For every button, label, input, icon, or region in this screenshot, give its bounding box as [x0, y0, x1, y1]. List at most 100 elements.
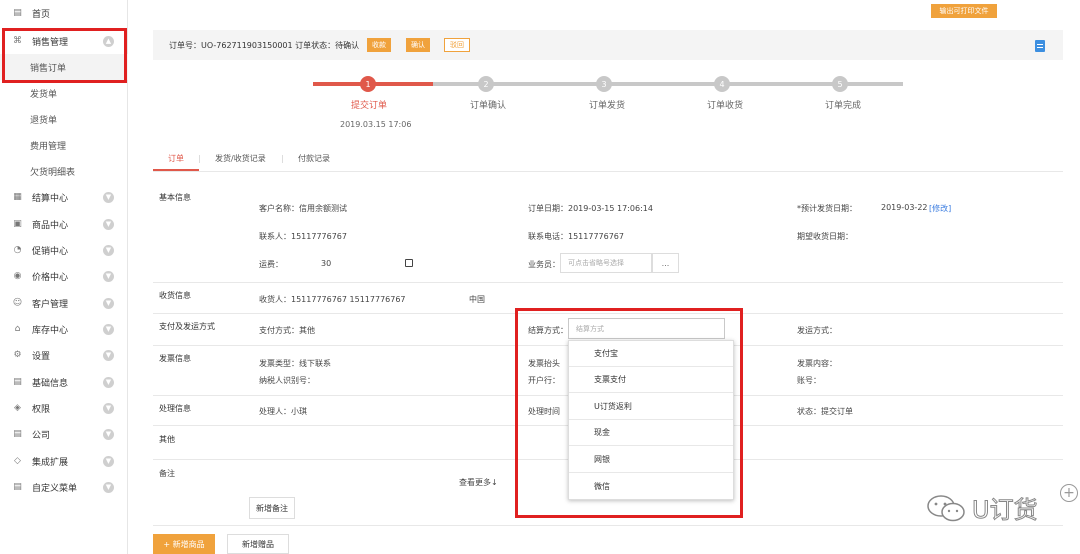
- chevron-down-icon[interactable]: ▼: [103, 428, 114, 440]
- contact-person: 联系人：15117776767: [259, 232, 347, 241]
- sidebar-item-product[interactable]: ▣ 商品中心 ▼: [0, 211, 128, 237]
- sidebar-item-expense[interactable]: 费用管理: [0, 132, 128, 158]
- plus-icon[interactable]: +: [1060, 484, 1078, 502]
- sidebar-item-return-note[interactable]: 退货单: [0, 106, 128, 132]
- expected-ship-label: *预计发货日期：: [797, 204, 857, 213]
- step-1-circle: 1: [360, 76, 376, 92]
- view-more-link[interactable]: 查看更多↓: [459, 477, 498, 488]
- sidebar-item-label: 首页: [32, 9, 51, 20]
- tab-payment-records[interactable]: 付款记录: [298, 153, 330, 164]
- sidebar-item-custom-menu[interactable]: ▤ 自定义菜单 ▼: [0, 474, 128, 500]
- section-title: 基本信息: [159, 193, 191, 202]
- invoice-type: 发票类型：线下联系: [259, 359, 331, 368]
- confirm-button[interactable]: 确认: [406, 38, 430, 52]
- notes-title: 备注: [159, 469, 175, 478]
- tab-order[interactable]: 订单: [168, 153, 184, 164]
- step-4-label: 订单收货: [706, 101, 744, 111]
- section-divider: [153, 525, 1063, 526]
- sidebar-item-label: 集成扩展: [32, 457, 69, 468]
- product-icon: ▣: [13, 219, 22, 229]
- chevron-down-icon[interactable]: ▼: [103, 270, 114, 282]
- sidebar-item-inventory[interactable]: ⌂ 库存中心 ▼: [0, 316, 128, 342]
- order-header: 订单号：UO-762711903150001 订单状态：待确认 收款 确认 驳回: [153, 30, 1063, 60]
- step-3-circle: 3: [596, 76, 612, 92]
- reject-button[interactable]: 驳回: [444, 38, 470, 52]
- sidebar-item-label: 设置: [32, 351, 51, 362]
- sidebar-item-label: 价格中心: [32, 272, 69, 283]
- step-5-label: 订单完成: [824, 101, 862, 111]
- sidebar-item-company[interactable]: ▤ 公司 ▼: [0, 421, 128, 447]
- home-icon: ▤: [13, 8, 22, 18]
- sidebar-item-label: 欠货明细表: [30, 167, 76, 178]
- edit-icon[interactable]: [405, 259, 413, 267]
- chevron-down-icon[interactable]: ▼: [103, 244, 114, 256]
- customer-icon: ☺: [12, 298, 23, 308]
- print-file-button[interactable]: 输出可打印文件: [931, 4, 997, 18]
- sidebar-item-label: 权限: [32, 404, 51, 415]
- taxpayer-id-label: 纳税人识别号：: [259, 376, 315, 385]
- sidebar-item-basic-info[interactable]: ▤ 基础信息 ▼: [0, 369, 128, 395]
- chevron-down-icon[interactable]: ▼: [103, 481, 114, 493]
- sidebar-item-customer[interactable]: ☺ 客户管理 ▼: [0, 290, 128, 316]
- tab-active-indicator: [153, 169, 199, 171]
- sidebar-item-backorder[interactable]: 欠货明细表: [0, 158, 128, 184]
- order-date: 订单日期：2019-03-15 17:06:14: [528, 204, 653, 213]
- step-4-circle: 4: [714, 76, 730, 92]
- chevron-down-icon[interactable]: ▼: [103, 455, 114, 467]
- price-icon: ◉: [13, 271, 22, 281]
- tab-shipping-records[interactable]: 发货/收货记录: [215, 153, 266, 164]
- freight-label: 运费：: [259, 260, 283, 269]
- receiver-info: 收货人：15117776767 15117776767: [259, 295, 406, 304]
- custom-menu-icon: ▤: [13, 482, 22, 492]
- add-product-button[interactable]: + 新增商品: [153, 534, 215, 554]
- salesman-picker-button[interactable]: ...: [652, 253, 679, 273]
- salesman-label: 业务员：: [528, 260, 560, 269]
- section-title: 其他: [159, 435, 175, 444]
- chevron-down-icon[interactable]: ▼: [103, 402, 114, 414]
- sidebar-item-home[interactable]: ▤ 首页: [0, 0, 128, 26]
- settings-icon: ⚙: [13, 350, 22, 360]
- sidebar-item-label: 公司: [32, 430, 51, 441]
- sidebar-item-label: 商品中心: [32, 220, 69, 231]
- promotion-icon: ◔: [13, 245, 22, 255]
- chevron-down-icon[interactable]: ▼: [103, 218, 114, 230]
- payment-method: 支付方式：其他: [259, 326, 315, 335]
- chevron-down-icon[interactable]: ▼: [103, 376, 114, 388]
- salesman-input[interactable]: 可点击省略号选择: [560, 253, 652, 273]
- freight-value: 30: [321, 259, 332, 268]
- sidebar-item-label: 自定义菜单: [32, 483, 78, 494]
- step-2-circle: 2: [478, 76, 494, 92]
- sidebar-item-label: 库存中心: [32, 325, 69, 336]
- sidebar-item-integration[interactable]: ◇ 集成扩展 ▼: [0, 448, 128, 474]
- step-5-circle: 5: [832, 76, 848, 92]
- sidebar-item-price[interactable]: ◉ 价格中心 ▼: [0, 263, 128, 289]
- section-title: 发票信息: [159, 354, 191, 363]
- sidebar-item-promotion[interactable]: ◔ 促销中心 ▼: [0, 237, 128, 263]
- sidebar: ▤ 首页 ⌘ 销售管理 ▲ 销售订单 发货单 退货单 费用管理 欠货明细表 ▦ …: [0, 0, 128, 554]
- invoice-content-label: 发票内容：: [797, 359, 837, 368]
- sidebar-item-label: 费用管理: [30, 141, 67, 152]
- receive-button[interactable]: 收款: [367, 38, 391, 52]
- company-icon: ▤: [13, 429, 22, 439]
- add-note-button[interactable]: 新增备注: [249, 497, 295, 519]
- customer-name: 客户名称：信用余额测试: [259, 204, 347, 213]
- sidebar-item-delivery-note[interactable]: 发货单: [0, 80, 128, 106]
- expected-receive-date: 期望收货日期：: [797, 232, 853, 241]
- modify-link[interactable]: [修改]: [929, 203, 951, 214]
- section-title: 支付及发运方式: [159, 322, 215, 331]
- document-icon[interactable]: [1035, 40, 1045, 52]
- sidebar-item-permission[interactable]: ◈ 权限 ▼: [0, 395, 128, 421]
- section-title: 收货信息: [159, 291, 191, 300]
- chevron-down-icon[interactable]: ▼: [103, 297, 114, 309]
- integration-icon: ◇: [14, 456, 21, 466]
- add-gift-button[interactable]: 新增赠品: [227, 534, 289, 554]
- sidebar-item-settings[interactable]: ⚙ 设置 ▼: [0, 342, 128, 368]
- inventory-icon: ⌂: [14, 324, 21, 334]
- sidebar-item-settlement[interactable]: ▦ 结算中心 ▼: [0, 184, 128, 210]
- chevron-down-icon[interactable]: ▼: [103, 349, 114, 361]
- highlight-box-sales: [2, 28, 127, 83]
- chevron-down-icon[interactable]: ▼: [103, 323, 114, 335]
- handler: 处理人：小琪: [259, 407, 307, 416]
- chevron-down-icon[interactable]: ▼: [103, 191, 114, 203]
- highlight-box-dropdown: [515, 308, 743, 518]
